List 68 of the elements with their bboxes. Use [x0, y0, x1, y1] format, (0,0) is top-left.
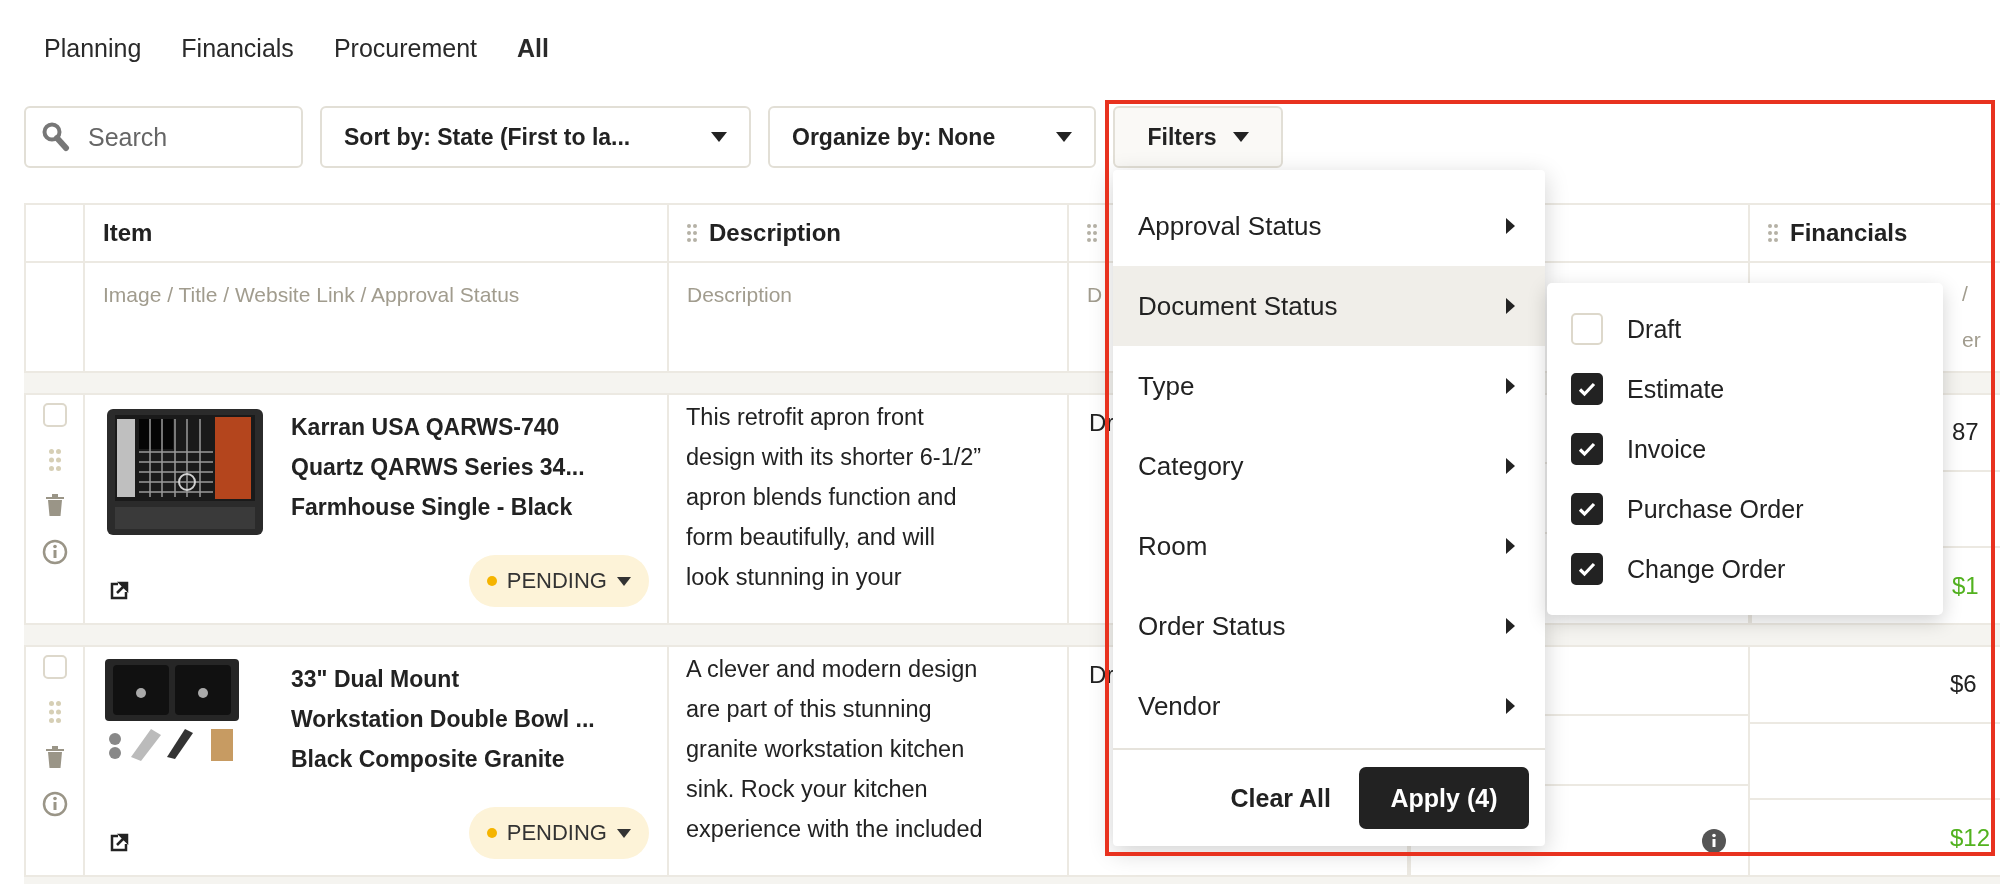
checkbox[interactable]: [1571, 373, 1603, 405]
sort-dropdown[interactable]: Sort by: State (First to la...: [320, 106, 751, 168]
search-icon: [42, 122, 70, 152]
option-label[interactable]: Change Order: [1627, 554, 1786, 584]
caret-icon: [1232, 132, 1249, 142]
menu-item[interactable]: Vendor: [1113, 666, 1545, 746]
apply-button[interactable]: Apply (4): [1359, 767, 1529, 829]
tab[interactable]: Procurement: [333, 34, 477, 74]
external-link-icon[interactable]: [109, 581, 129, 601]
column-hint: D: [1087, 283, 1103, 306]
filters-button[interactable]: Filters: [1113, 106, 1283, 168]
option-label[interactable]: Estimate: [1627, 374, 1725, 404]
submenu-arrow-icon: [1506, 298, 1515, 314]
tab[interactable]: All: [517, 34, 549, 74]
drag-handle-icon[interactable]: [48, 701, 61, 723]
row-checkbox[interactable]: [42, 655, 67, 679]
item-description: A clever and modern design are part of this stunning granite workstation kitchen sink. Rock your kitchen experience with the included: [686, 655, 984, 844]
organize-dropdown[interactable]: Organize by: None: [768, 106, 1096, 168]
clear-all-button[interactable]: Clear All: [1224, 782, 1337, 814]
amount-text: $6: [1950, 670, 1977, 699]
row-checkbox[interactable]: [42, 403, 67, 427]
caret-icon: [617, 576, 631, 586]
drag-handle-icon[interactable]: [687, 224, 697, 242]
caret-icon: [617, 828, 631, 838]
submenu-arrow-icon: [1506, 378, 1515, 394]
menu-item[interactable]: Type: [1113, 346, 1545, 426]
drag-handle-icon[interactable]: [1087, 224, 1097, 242]
tab[interactable]: Planning: [44, 34, 142, 74]
column-hint: Description: [687, 283, 793, 306]
option-label[interactable]: Invoice: [1627, 434, 1707, 464]
menu-item[interactable]: Room: [1113, 506, 1545, 586]
tab[interactable]: Financials: [181, 34, 294, 74]
column-header: Description: [709, 219, 842, 247]
trash-icon[interactable]: [44, 493, 65, 517]
drag-handle-icon[interactable]: [48, 449, 61, 471]
column-header: Item: [103, 219, 153, 247]
submenu-arrow-icon: [1506, 618, 1515, 634]
menu-item[interactable]: Document Status: [1113, 266, 1545, 346]
menu-item[interactable]: Approval Status: [1113, 186, 1545, 266]
item-description: This retrofit apron front design with its shorter 6-1/2” apron blends function and form beautifully, and will look stunning in your: [686, 403, 983, 592]
submenu-arrow-icon: [1506, 698, 1515, 714]
menu-item[interactable]: Order Status: [1113, 586, 1545, 666]
column-header: Financials: [1790, 219, 1908, 247]
status-badge[interactable]: PENDING: [468, 807, 649, 859]
status-badge[interactable]: PENDING: [468, 555, 649, 607]
option-label[interactable]: Draft: [1627, 314, 1682, 344]
column-hint: Image / Title / Website Link / Approval Status: [103, 283, 520, 306]
checkbox[interactable]: [1571, 433, 1603, 465]
item-title[interactable]: Karran USA QARWS-740 Quartz QARWS Series 34... Farmhouse Single - Black: [291, 407, 585, 527]
amount-text: $1: [1952, 571, 1979, 600]
external-link-icon[interactable]: [109, 833, 129, 853]
caret-icon: [1056, 132, 1072, 142]
search-field[interactable]: Search: [24, 106, 303, 168]
checkbox[interactable]: [1571, 553, 1603, 585]
caret-icon: [711, 132, 727, 142]
drag-handle-icon[interactable]: [1768, 224, 1778, 242]
submenu-arrow-icon: [1506, 218, 1515, 234]
column-hint: / er: [1962, 281, 1982, 353]
menu-item[interactable]: Category: [1113, 426, 1545, 506]
option-label[interactable]: Purchase Order: [1627, 494, 1804, 524]
submenu-arrow-icon: [1506, 538, 1515, 554]
item-title[interactable]: 33" Dual Mount Workstation Double Bowl ... Black Composite Granite: [291, 659, 595, 779]
trash-icon[interactable]: [44, 745, 65, 769]
amount-text: 87: [1952, 418, 1979, 447]
amount-text: $12: [1950, 823, 1991, 852]
info-icon[interactable]: [1702, 829, 1726, 853]
checkbox[interactable]: [1571, 493, 1603, 525]
submenu-arrow-icon: [1506, 458, 1515, 474]
